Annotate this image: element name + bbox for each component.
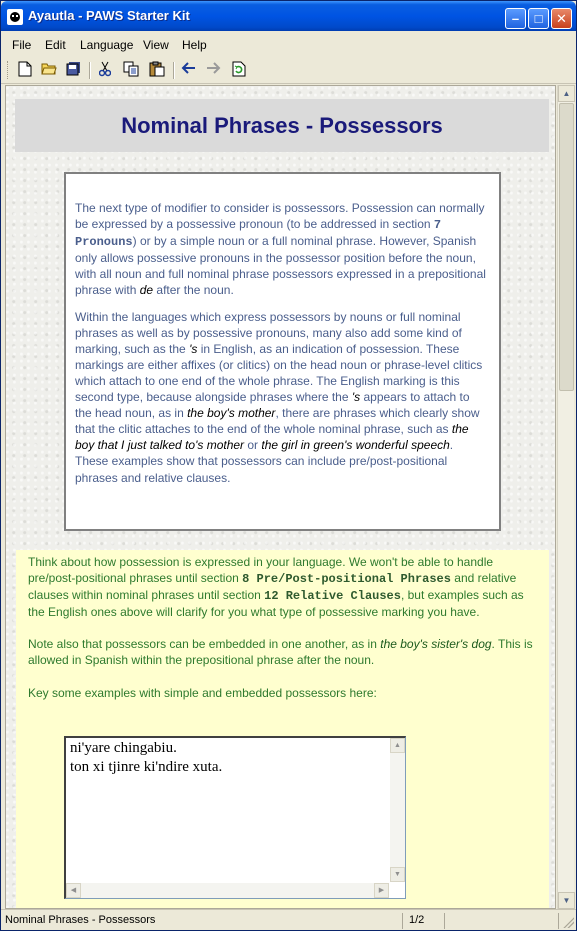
toolbar-separator <box>89 62 91 79</box>
task-paragraph-1: Think about how possession is expressed … <box>28 555 524 620</box>
menu-file[interactable]: File <box>12 38 31 52</box>
intro-panel: The next type of modifier to consider is… <box>64 172 501 531</box>
intro-paragraph-1: The next type of modifier to consider is… <box>75 201 486 298</box>
toolbar <box>1 57 576 84</box>
app-window: Ayautla - PAWS Starter Kit – □ ✕ File Ed… <box>0 0 577 931</box>
maximize-button[interactable]: □ <box>528 8 549 29</box>
copy-icon[interactable] <box>121 61 141 80</box>
intro-text: The next type of modifier to consider is… <box>75 200 487 496</box>
scroll-thumb[interactable] <box>559 103 574 391</box>
refresh-icon[interactable] <box>229 61 249 80</box>
scroll-left-icon[interactable]: ◀ <box>66 883 81 898</box>
open-icon[interactable] <box>39 61 59 80</box>
status-text: Nominal Phrases - Possessors <box>5 913 403 929</box>
page-title: Nominal Phrases - Possessors <box>121 113 443 138</box>
scroll-down-icon[interactable]: ▼ <box>390 867 405 882</box>
resize-grip-icon[interactable] <box>562 916 574 928</box>
examples-textarea[interactable]: ni'yare chingabiu. ton xi tjinre ki'ndir… <box>64 736 406 899</box>
app-logo-icon[interactable] <box>7 9 23 25</box>
menu-bar: File Edit Language View Help <box>1 31 576 57</box>
minimize-button[interactable]: – <box>505 8 526 29</box>
task-paragraph-2: Note also that possessors can be embedde… <box>28 637 533 668</box>
save-all-icon[interactable] <box>63 61 83 80</box>
forward-icon[interactable] <box>203 61 223 80</box>
task-paragraph-3: Key some examples with simple and embedd… <box>28 685 377 700</box>
scroll-down-icon[interactable]: ▼ <box>558 892 575 909</box>
task-panel: Think about how possession is expressed … <box>16 550 549 908</box>
editor-line[interactable]: ton xi tjinre ki'ndire xuta. <box>70 759 222 776</box>
menu-edit[interactable]: Edit <box>45 38 66 52</box>
scroll-up-icon[interactable]: ▲ <box>390 738 405 753</box>
section-link-relative-clauses[interactable]: 12 Relative Clauses <box>264 589 401 603</box>
page-heading-band: Nominal Phrases - Possessors <box>15 99 549 152</box>
toolbar-grip[interactable] <box>7 61 10 79</box>
toolbar-separator <box>173 62 175 79</box>
section-link-prepositional[interactable]: 8 Pre/Post-positional Phrases <box>242 572 451 586</box>
menu-help[interactable]: Help <box>182 38 207 52</box>
scroll-right-icon[interactable]: ▶ <box>374 883 389 898</box>
window-title: Ayautla - PAWS Starter Kit <box>28 8 190 23</box>
page-vertical-scrollbar[interactable]: ▲ ▼ <box>557 85 575 909</box>
status-panel <box>449 913 559 929</box>
new-icon[interactable] <box>15 61 35 80</box>
scroll-up-icon[interactable]: ▲ <box>558 85 575 102</box>
cut-icon[interactable] <box>95 61 115 80</box>
content-view[interactable]: Nominal Phrases - Possessors The next ty… <box>5 85 556 909</box>
status-page-indicator: 1/2 <box>409 913 445 929</box>
close-button[interactable]: ✕ <box>551 8 572 29</box>
menu-view[interactable]: View <box>143 38 169 52</box>
back-icon[interactable] <box>179 61 199 80</box>
intro-paragraph-2: Within the languages which express posse… <box>75 309 483 485</box>
editor-horizontal-scrollbar[interactable]: ◀ ▶ <box>66 883 389 898</box>
editor-line[interactable]: ni'yare chingabiu. <box>70 740 177 757</box>
title-bar[interactable]: Ayautla - PAWS Starter Kit – □ ✕ <box>1 1 576 31</box>
status-bar: Nominal Phrases - Possessors 1/2 <box>1 909 576 930</box>
editor-vertical-scrollbar[interactable]: ▲ ▼ <box>390 738 405 882</box>
menu-language[interactable]: Language <box>80 38 133 52</box>
paste-icon[interactable] <box>147 61 167 80</box>
task-text: Think about how possession is expressed … <box>28 554 542 717</box>
